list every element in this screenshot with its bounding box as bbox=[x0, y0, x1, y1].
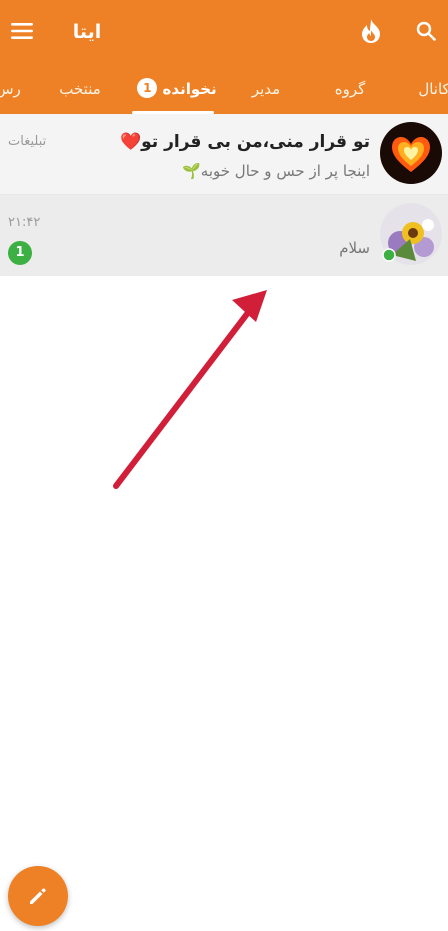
tab-more[interactable]: رس bbox=[0, 64, 28, 114]
search-icon bbox=[416, 21, 436, 41]
flame-icon bbox=[362, 19, 380, 43]
brand-button[interactable] bbox=[351, 11, 391, 51]
online-status-dot bbox=[382, 248, 396, 262]
top-toolbar: ایتا bbox=[0, 0, 448, 64]
app-bar: ایتا کانال گروه مدیر نخوانده 1 منتخب رس bbox=[0, 0, 448, 114]
chat-preview: سلام bbox=[339, 239, 370, 257]
tab-label: کانال bbox=[418, 80, 448, 98]
tab-unread[interactable]: نخوانده 1 bbox=[132, 64, 218, 114]
tab-channel[interactable]: کانال bbox=[404, 64, 448, 114]
unread-count-badge: 1 bbox=[8, 241, 32, 265]
chat-title: تو قرار منی،من بی قرار تو❤️ bbox=[119, 132, 370, 152]
tab-label: گروه bbox=[334, 80, 366, 98]
tab-label: نخوانده bbox=[162, 80, 217, 98]
compose-button[interactable] bbox=[8, 866, 68, 926]
chat-row[interactable]: سلام ۲۱:۴۲ 1 bbox=[0, 195, 448, 276]
tab-label: رس bbox=[0, 80, 21, 98]
folder-tabs: کانال گروه مدیر نخوانده 1 منتخب رس bbox=[0, 64, 448, 114]
chat-preview: اینجا پر از حس و حال خوبه🌱 bbox=[182, 162, 370, 180]
hamburger-icon bbox=[11, 23, 33, 39]
pencil-icon bbox=[30, 888, 46, 904]
menu-button[interactable] bbox=[2, 11, 42, 51]
tab-admin[interactable]: مدیر bbox=[236, 64, 296, 114]
tab-label: منتخب bbox=[59, 80, 101, 98]
chat-time: ۲۱:۴۲ bbox=[8, 215, 41, 230]
chat-row[interactable]: تو قرار منی،من بی قرار تو❤️ اینجا پر از … bbox=[0, 114, 448, 195]
tab-unread-badge: 1 bbox=[137, 77, 158, 98]
search-button[interactable] bbox=[406, 11, 446, 51]
ad-label: تبلیغات bbox=[8, 134, 47, 149]
tab-label: مدیر bbox=[251, 80, 281, 98]
avatar bbox=[380, 122, 442, 184]
tab-group[interactable]: گروه bbox=[320, 64, 380, 114]
app-title: ایتا bbox=[72, 21, 102, 43]
tab-favorites[interactable]: منتخب bbox=[50, 64, 110, 114]
heart-fire-image bbox=[380, 122, 442, 184]
